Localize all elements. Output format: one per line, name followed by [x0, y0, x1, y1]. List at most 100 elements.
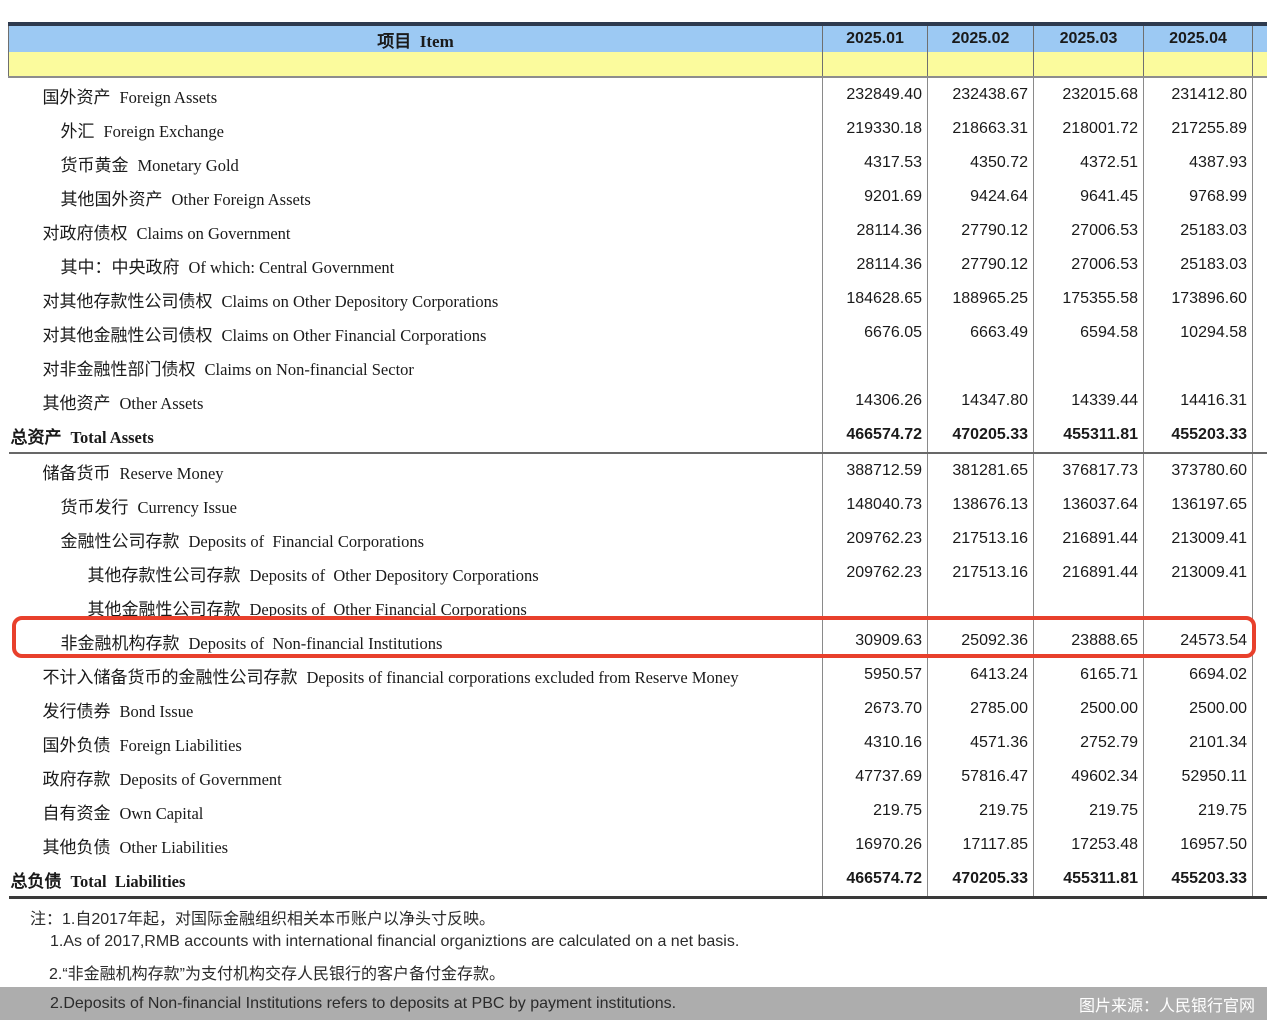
cell-value: 381281.65 — [928, 453, 1034, 488]
row-label-en: Deposits of Other Depository Corporation… — [250, 566, 539, 585]
cell-value: 232849.40 — [823, 77, 928, 112]
cell-value: 9201.69 — [823, 180, 928, 214]
cell-value: 455311.81 — [1034, 862, 1144, 898]
cell-value: 16970.26 — [823, 828, 928, 862]
cell-value: 6413.24 — [928, 658, 1034, 692]
row-label-zh: 国外负债 — [43, 736, 111, 755]
clipped-cell — [1253, 77, 1267, 112]
cell-value: 219.75 — [1034, 794, 1144, 828]
month-column-header: 2025.01 — [823, 24, 928, 52]
cell-value: 219.75 — [928, 794, 1034, 828]
row-label-zh: 储备货币 — [43, 464, 111, 483]
cell-value: 470205.33 — [928, 862, 1034, 898]
month-column-header: 2025.04 — [1144, 24, 1253, 52]
pbc-balance-sheet-page: 项目 Item 2025.01 2025.02 2025.03 2025.04 … — [0, 0, 1267, 1020]
subheader-cell — [1144, 52, 1253, 77]
cell-value: 466574.72 — [823, 418, 928, 453]
cell-value: 47737.69 — [823, 760, 928, 794]
table-row: 其他存款性公司存款 Deposits of Other Depository Co… — [9, 556, 1267, 590]
table-row: 对其他金融性公司债权Claims on Other Financial Corp… — [9, 316, 1267, 350]
cell-value: 27006.53 — [1034, 214, 1144, 248]
cell-value: 213009.41 — [1144, 556, 1253, 590]
table-row: 货币发行Currency Issue148040.73138676.131360… — [9, 488, 1267, 522]
row-label-zh: 其他资产 — [43, 394, 111, 413]
item-header-zh: 项目 — [377, 32, 411, 51]
row-label-zh: 发行债券 — [43, 702, 111, 721]
table-row: 政府存款Deposits of Government47737.6957816.… — [9, 760, 1267, 794]
clipped-cell — [1253, 624, 1267, 658]
cell-value: 2500.00 — [1144, 692, 1253, 726]
cell-value: 4571.36 — [928, 726, 1034, 760]
cell-value: 27790.12 — [928, 248, 1034, 282]
cell-value: 2752.79 — [1034, 726, 1144, 760]
cell-value: 376817.73 — [1034, 453, 1144, 488]
subheader-cell — [928, 52, 1034, 77]
cell-value: 232438.67 — [928, 77, 1034, 112]
cell-value: 209762.23 — [823, 522, 928, 556]
clipped-cell — [1253, 794, 1267, 828]
cell-value — [928, 350, 1034, 384]
row-label: 发行债券Bond Issue — [9, 692, 823, 726]
clipped-cell — [1253, 180, 1267, 214]
cell-value: 2500.00 — [1034, 692, 1144, 726]
row-label: 对其他金融性公司债权Claims on Other Financial Corp… — [9, 316, 823, 350]
table-row: 货币黄金Monetary Gold4317.534350.724372.5143… — [9, 146, 1267, 180]
cell-value: 136197.65 — [1144, 488, 1253, 522]
clipped-cell — [1253, 384, 1267, 418]
row-label-zh: 总负债 — [11, 872, 62, 891]
cell-value: 4387.93 — [1144, 146, 1253, 180]
cell-value: 27790.12 — [928, 214, 1034, 248]
cell-value: 25183.03 — [1144, 248, 1253, 282]
clipped-cell — [1253, 350, 1267, 384]
cell-value: 27006.53 — [1034, 248, 1144, 282]
table-row: 对其他存款性公司债权Claims on Other Depository Cor… — [9, 282, 1267, 316]
row-label: 其他资产 Other Assets — [9, 384, 823, 418]
row-label-en: Other Liabilities — [120, 838, 229, 857]
cell-value: 17117.85 — [928, 828, 1034, 862]
cell-value: 28114.36 — [823, 214, 928, 248]
clipped-cell — [1253, 248, 1267, 282]
cell-value: 219.75 — [823, 794, 928, 828]
row-label-zh: 国外资产 — [43, 88, 111, 107]
row-label-zh: 其他金融性公司存款 — [88, 600, 241, 619]
row-label-en: Foreign Exchange — [104, 122, 225, 141]
cell-value: 373780.60 — [1144, 453, 1253, 488]
cell-value: 9641.45 — [1034, 180, 1144, 214]
clipped-cell — [1253, 658, 1267, 692]
row-label-en: Of which: Central Government — [189, 258, 395, 277]
cell-value — [823, 590, 928, 624]
clipped-cell — [1253, 522, 1267, 556]
subheader-cell — [823, 52, 928, 77]
row-label-zh: 其他存款性公司存款 — [88, 566, 241, 585]
table-row: 自有资金Own Capital219.75219.75219.75219.75 — [9, 794, 1267, 828]
clipped-cell — [1253, 282, 1267, 316]
row-label-en: Other Assets — [120, 394, 204, 413]
cell-value: 9768.99 — [1144, 180, 1253, 214]
table-row: 其他金融性公司存款Deposits of Other Financial Cor… — [9, 590, 1267, 624]
subheader-cell — [1034, 52, 1144, 77]
row-label-en: Deposits of Government — [120, 770, 282, 789]
row-label-en: Reserve Money — [120, 464, 224, 483]
row-label-en: Foreign Liabilities — [120, 736, 242, 755]
row-label: 非金融机构存款Deposits of Non-financial Institu… — [9, 624, 823, 658]
cell-value: 217513.16 — [928, 522, 1034, 556]
cell-value: 23888.65 — [1034, 624, 1144, 658]
cell-value: 232015.68 — [1034, 77, 1144, 112]
row-label-zh: 金融性公司存款 — [61, 532, 180, 551]
cell-value: 16957.50 — [1144, 828, 1253, 862]
cell-value: 52950.11 — [1144, 760, 1253, 794]
clipped-cell — [1253, 590, 1267, 624]
table-row: 储备货币Reserve Money388712.59381281.6537681… — [9, 453, 1267, 488]
row-label: 国外负债 Foreign Liabilities — [9, 726, 823, 760]
cell-value: 14339.44 — [1034, 384, 1144, 418]
table-row: 对政府债权Claims on Government28114.3627790.1… — [9, 214, 1267, 248]
row-label-zh: 对政府债权 — [43, 224, 128, 243]
cell-value: 231412.80 — [1144, 77, 1253, 112]
cell-value: 218001.72 — [1034, 112, 1144, 146]
table-row-highlighted: 非金融机构存款Deposits of Non-financial Institu… — [9, 624, 1267, 658]
cell-value: 25183.03 — [1144, 214, 1253, 248]
clipped-cell — [1253, 453, 1267, 488]
clipped-cell — [1253, 316, 1267, 350]
header-row: 项目 Item 2025.01 2025.02 2025.03 2025.04 — [9, 24, 1267, 52]
cell-value: 2101.34 — [1144, 726, 1253, 760]
